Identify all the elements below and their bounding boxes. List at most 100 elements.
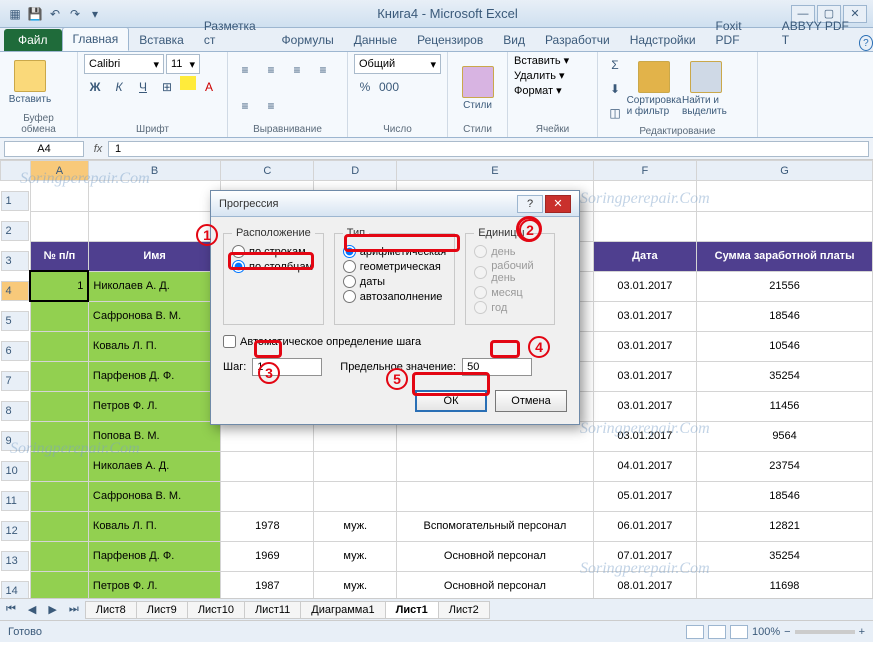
row-header[interactable]: 6	[1, 341, 29, 361]
cell[interactable]: 1	[30, 271, 88, 301]
align-top-icon[interactable]: ≡	[234, 59, 256, 81]
cell[interactable]	[314, 451, 397, 481]
tab-home[interactable]: Главная	[62, 27, 130, 51]
cell[interactable]	[314, 421, 397, 451]
tab-formulas[interactable]: Формулы	[272, 29, 344, 51]
sheet-nav-prev-icon[interactable]: ◀	[22, 603, 42, 616]
cell[interactable]: Петров Ф. Л.	[88, 391, 220, 421]
tab-layout[interactable]: Разметка ст	[194, 15, 272, 51]
sheet-tab[interactable]: Лист9	[136, 601, 188, 619]
cell[interactable]: 18546	[697, 481, 873, 511]
align-center-icon[interactable]: ≡	[234, 95, 256, 117]
font-name-select[interactable]: Calibri▾	[84, 54, 164, 74]
cell[interactable]: Николаев А. Д.	[88, 451, 220, 481]
ok-button[interactable]: ОК	[415, 390, 487, 412]
sheet-nav-first-icon[interactable]: ⏮	[0, 603, 22, 616]
cell[interactable]: Вспомогательный персонал	[397, 511, 594, 541]
row-header[interactable]: 9	[1, 431, 29, 451]
sheet-tab[interactable]: Лист1	[385, 601, 439, 619]
zoom-in-icon[interactable]: +	[859, 626, 865, 638]
cell[interactable]: 04.01.2017	[593, 451, 696, 481]
auto-step-checkbox[interactable]: Автоматическое определение шага	[223, 335, 567, 348]
sheet-tab[interactable]: Диаграмма1	[300, 601, 385, 619]
cell[interactable]: 03.01.2017	[593, 421, 696, 451]
limit-input[interactable]	[462, 358, 532, 376]
cell[interactable]	[30, 451, 88, 481]
cell[interactable]: 23754	[697, 451, 873, 481]
qat-more-icon[interactable]: ▾	[86, 5, 104, 23]
sheet-tab[interactable]: Лист8	[85, 601, 137, 619]
cell[interactable]	[30, 301, 88, 331]
cell[interactable]: 03.01.2017	[593, 271, 696, 301]
cell[interactable]	[397, 421, 594, 451]
tab-data[interactable]: Данные	[344, 29, 407, 51]
row-header[interactable]: 12	[1, 521, 29, 541]
cancel-button[interactable]: Отмена	[495, 390, 567, 412]
align-left-icon[interactable]: ≡	[312, 59, 334, 81]
radio-autofill[interactable]: автозаполнение	[343, 290, 446, 303]
cell[interactable]: 35254	[697, 361, 873, 391]
cell[interactable]: муж.	[314, 571, 397, 598]
cell[interactable]	[30, 361, 88, 391]
cell[interactable]: муж.	[314, 541, 397, 571]
cell[interactable]	[221, 481, 314, 511]
cell[interactable]: Попова В. М.	[88, 421, 220, 451]
dialog-titlebar[interactable]: Прогрессия ? ✕	[211, 191, 579, 217]
tab-view[interactable]: Вид	[493, 29, 535, 51]
cell[interactable]: Сафронова В. М.	[88, 481, 220, 511]
help-icon[interactable]: ?	[859, 35, 873, 51]
cell[interactable]	[30, 331, 88, 361]
cell[interactable]: Петров Ф. Л.	[88, 571, 220, 598]
cell[interactable]	[30, 511, 88, 541]
cell[interactable]: 1987	[221, 571, 314, 598]
cell[interactable]: 21556	[697, 271, 873, 301]
cell[interactable]: 05.01.2017	[593, 481, 696, 511]
row-header[interactable]: 11	[1, 491, 29, 511]
cell[interactable]	[314, 481, 397, 511]
cell[interactable]: Коваль Л. П.	[88, 511, 220, 541]
bold-button[interactable]: Ж	[84, 76, 106, 98]
cell[interactable]: 03.01.2017	[593, 301, 696, 331]
cell[interactable]: 06.01.2017	[593, 511, 696, 541]
find-select-button[interactable]: Найти и выделить	[682, 61, 730, 117]
cell[interactable]: 07.01.2017	[593, 541, 696, 571]
cell[interactable]	[221, 421, 314, 451]
align-bot-icon[interactable]: ≡	[286, 59, 308, 81]
cell[interactable]: 03.01.2017	[593, 331, 696, 361]
tab-developer[interactable]: Разработчи	[535, 29, 620, 51]
fx-icon[interactable]: fx	[88, 143, 108, 155]
view-break-icon[interactable]	[730, 625, 748, 639]
radio-arithmetic[interactable]: арифметическая	[343, 245, 446, 258]
cell[interactable]: 11698	[697, 571, 873, 598]
radio-dates[interactable]: даты	[343, 275, 446, 288]
redo-icon[interactable]: ↷	[66, 5, 84, 23]
row-header[interactable]: 7	[1, 371, 29, 391]
cell[interactable]	[30, 571, 88, 598]
fill-color-button[interactable]	[180, 76, 196, 90]
col-header-e[interactable]: E	[397, 161, 594, 181]
row-header[interactable]: 2	[1, 221, 29, 241]
name-box[interactable]: A4	[4, 141, 84, 157]
cell[interactable]	[397, 481, 594, 511]
cell[interactable]	[30, 541, 88, 571]
cell[interactable]: Основной персонал	[397, 571, 594, 598]
tab-review[interactable]: Рецензиров	[407, 29, 493, 51]
sheet-nav-next-icon[interactable]: ▶	[42, 603, 62, 616]
select-all-corner[interactable]	[1, 161, 31, 181]
cell[interactable]: Николаев А. Д.	[88, 271, 220, 301]
dialog-close-button[interactable]: ✕	[545, 195, 571, 213]
cell[interactable]: Коваль Л. П.	[88, 331, 220, 361]
tab-addins[interactable]: Надстройки	[620, 29, 706, 51]
cell[interactable]	[30, 421, 88, 451]
sort-filter-button[interactable]: Сортировка и фильтр	[630, 61, 678, 117]
cell[interactable]: 11456	[697, 391, 873, 421]
zoom-out-icon[interactable]: −	[784, 626, 790, 638]
row-header[interactable]: 4	[1, 281, 29, 301]
cell[interactable]: 1978	[221, 511, 314, 541]
align-mid-icon[interactable]: ≡	[260, 59, 282, 81]
cell[interactable]: Сафронова В. М.	[88, 301, 220, 331]
col-header-b[interactable]: B	[88, 161, 220, 181]
border-button[interactable]: ⊞	[156, 76, 178, 98]
cell[interactable]: 03.01.2017	[593, 391, 696, 421]
cell[interactable]: Основной персонал	[397, 541, 594, 571]
